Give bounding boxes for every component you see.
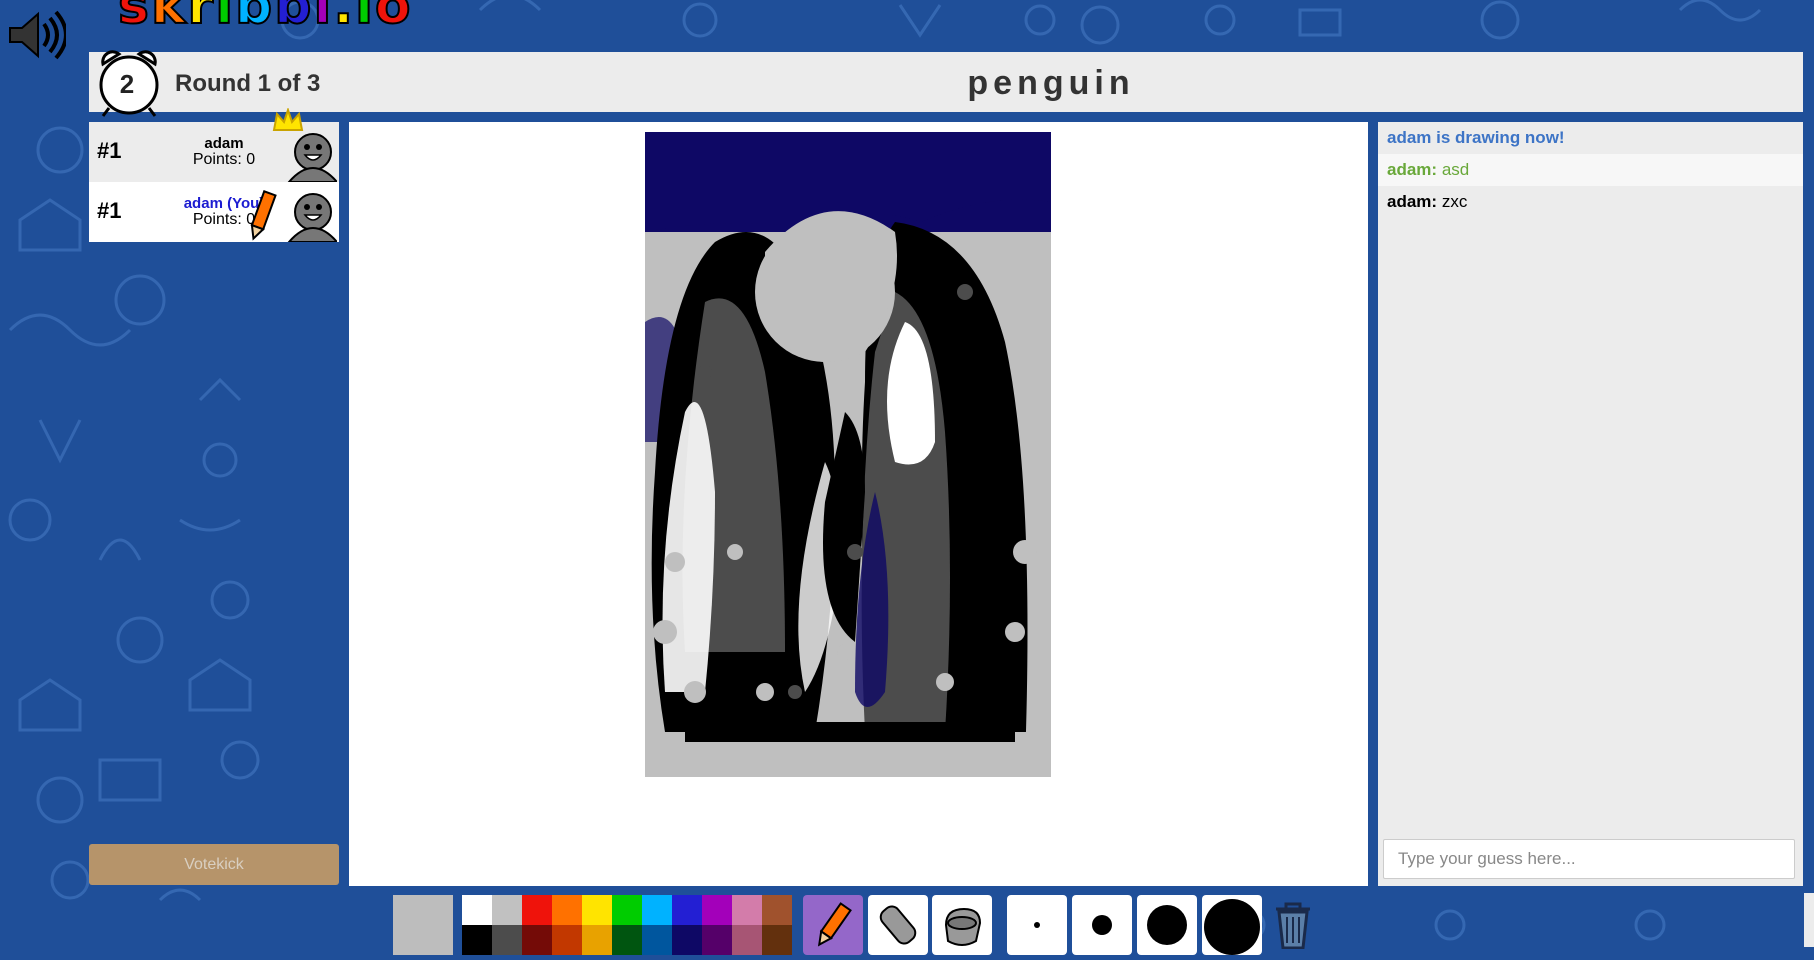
skribbl-logo: skribbl.io	[117, 0, 413, 37]
player-row[interactable]: #1 adam (You) Points: 0	[89, 182, 339, 242]
brush-size-dot	[1092, 915, 1112, 935]
pencil-icon	[817, 902, 852, 947]
fill-tool-button[interactable]	[932, 895, 992, 955]
color-swatch[interactable]	[552, 895, 582, 925]
color-swatch[interactable]	[582, 925, 612, 955]
color-swatch[interactable]	[762, 925, 792, 955]
color-swatch[interactable]	[462, 895, 492, 925]
votekick-button[interactable]: Votekick	[89, 844, 339, 885]
pencil-icon	[250, 190, 277, 241]
color-swatch[interactable]	[582, 895, 612, 925]
chat-panel: adam is drawing now! adam: asd adam: zxc	[1378, 122, 1803, 886]
chat-author: adam:	[1387, 192, 1438, 211]
drawing-canvas[interactable]	[349, 122, 1368, 886]
brush-size-medium[interactable]	[1072, 895, 1132, 955]
current-word: penguin	[967, 64, 1135, 102]
player-points: Points: 0	[192, 151, 256, 168]
color-swatch[interactable]	[462, 925, 492, 955]
brush-size-large[interactable]	[1137, 895, 1197, 955]
color-swatch[interactable]	[702, 895, 732, 925]
eraser-tool-button[interactable]	[868, 895, 928, 955]
color-swatch[interactable]	[492, 895, 522, 925]
chat-message: adam is drawing now!	[1378, 122, 1803, 154]
color-swatch[interactable]	[672, 925, 702, 955]
brush-size-xlarge[interactable]	[1202, 895, 1262, 955]
color-swatch[interactable]	[612, 895, 642, 925]
chat-message: adam: asd	[1378, 154, 1803, 186]
trash-icon[interactable]	[1268, 899, 1318, 949]
color-swatch[interactable]	[732, 925, 762, 955]
drawing-toolbar	[0, 893, 1814, 955]
player-rank: #1	[97, 198, 122, 223]
guess-input[interactable]	[1383, 839, 1795, 879]
pencil-tool-button[interactable]	[803, 895, 863, 955]
player-rank: #1	[97, 138, 122, 163]
speaker-icon[interactable]	[6, 8, 66, 62]
chat-author: adam:	[1387, 160, 1438, 179]
brush-size-small[interactable]	[1007, 895, 1067, 955]
color-swatch[interactable]	[492, 925, 522, 955]
game-header: 2 Round 1 of 3 penguin	[89, 50, 1803, 117]
panel-edge	[1804, 893, 1814, 947]
color-palette	[462, 895, 794, 955]
player-row[interactable]: #1 adam Points: 0	[89, 108, 339, 182]
brush-size-dot	[1034, 922, 1040, 928]
color-swatch[interactable]	[552, 925, 582, 955]
color-swatch[interactable]	[642, 925, 672, 955]
color-swatch[interactable]	[702, 925, 732, 955]
player-list: #1 adam Points: 0 #1 adam (You) Points: …	[89, 108, 339, 242]
current-color-swatch	[393, 895, 453, 955]
fill-bucket-icon	[944, 907, 982, 946]
chat-text: zxc	[1441, 192, 1468, 211]
brush-size-dot	[1147, 905, 1187, 945]
color-swatch[interactable]	[612, 925, 642, 955]
chat-text: asd	[1441, 160, 1470, 179]
penguin-drawing	[645, 132, 1051, 777]
avatar	[287, 133, 337, 182]
system-message: adam is drawing now!	[1387, 128, 1565, 147]
color-swatch[interactable]	[642, 895, 672, 925]
color-swatch[interactable]	[672, 895, 702, 925]
chat-message: adam: zxc	[1378, 186, 1803, 218]
color-swatch[interactable]	[732, 895, 762, 925]
eraser-icon	[879, 905, 917, 945]
brush-size-dot	[1204, 899, 1260, 955]
color-swatch[interactable]	[522, 925, 552, 955]
player-name: adam	[204, 135, 244, 152]
color-swatch[interactable]	[522, 895, 552, 925]
avatar	[287, 193, 337, 242]
color-swatch[interactable]	[762, 895, 792, 925]
